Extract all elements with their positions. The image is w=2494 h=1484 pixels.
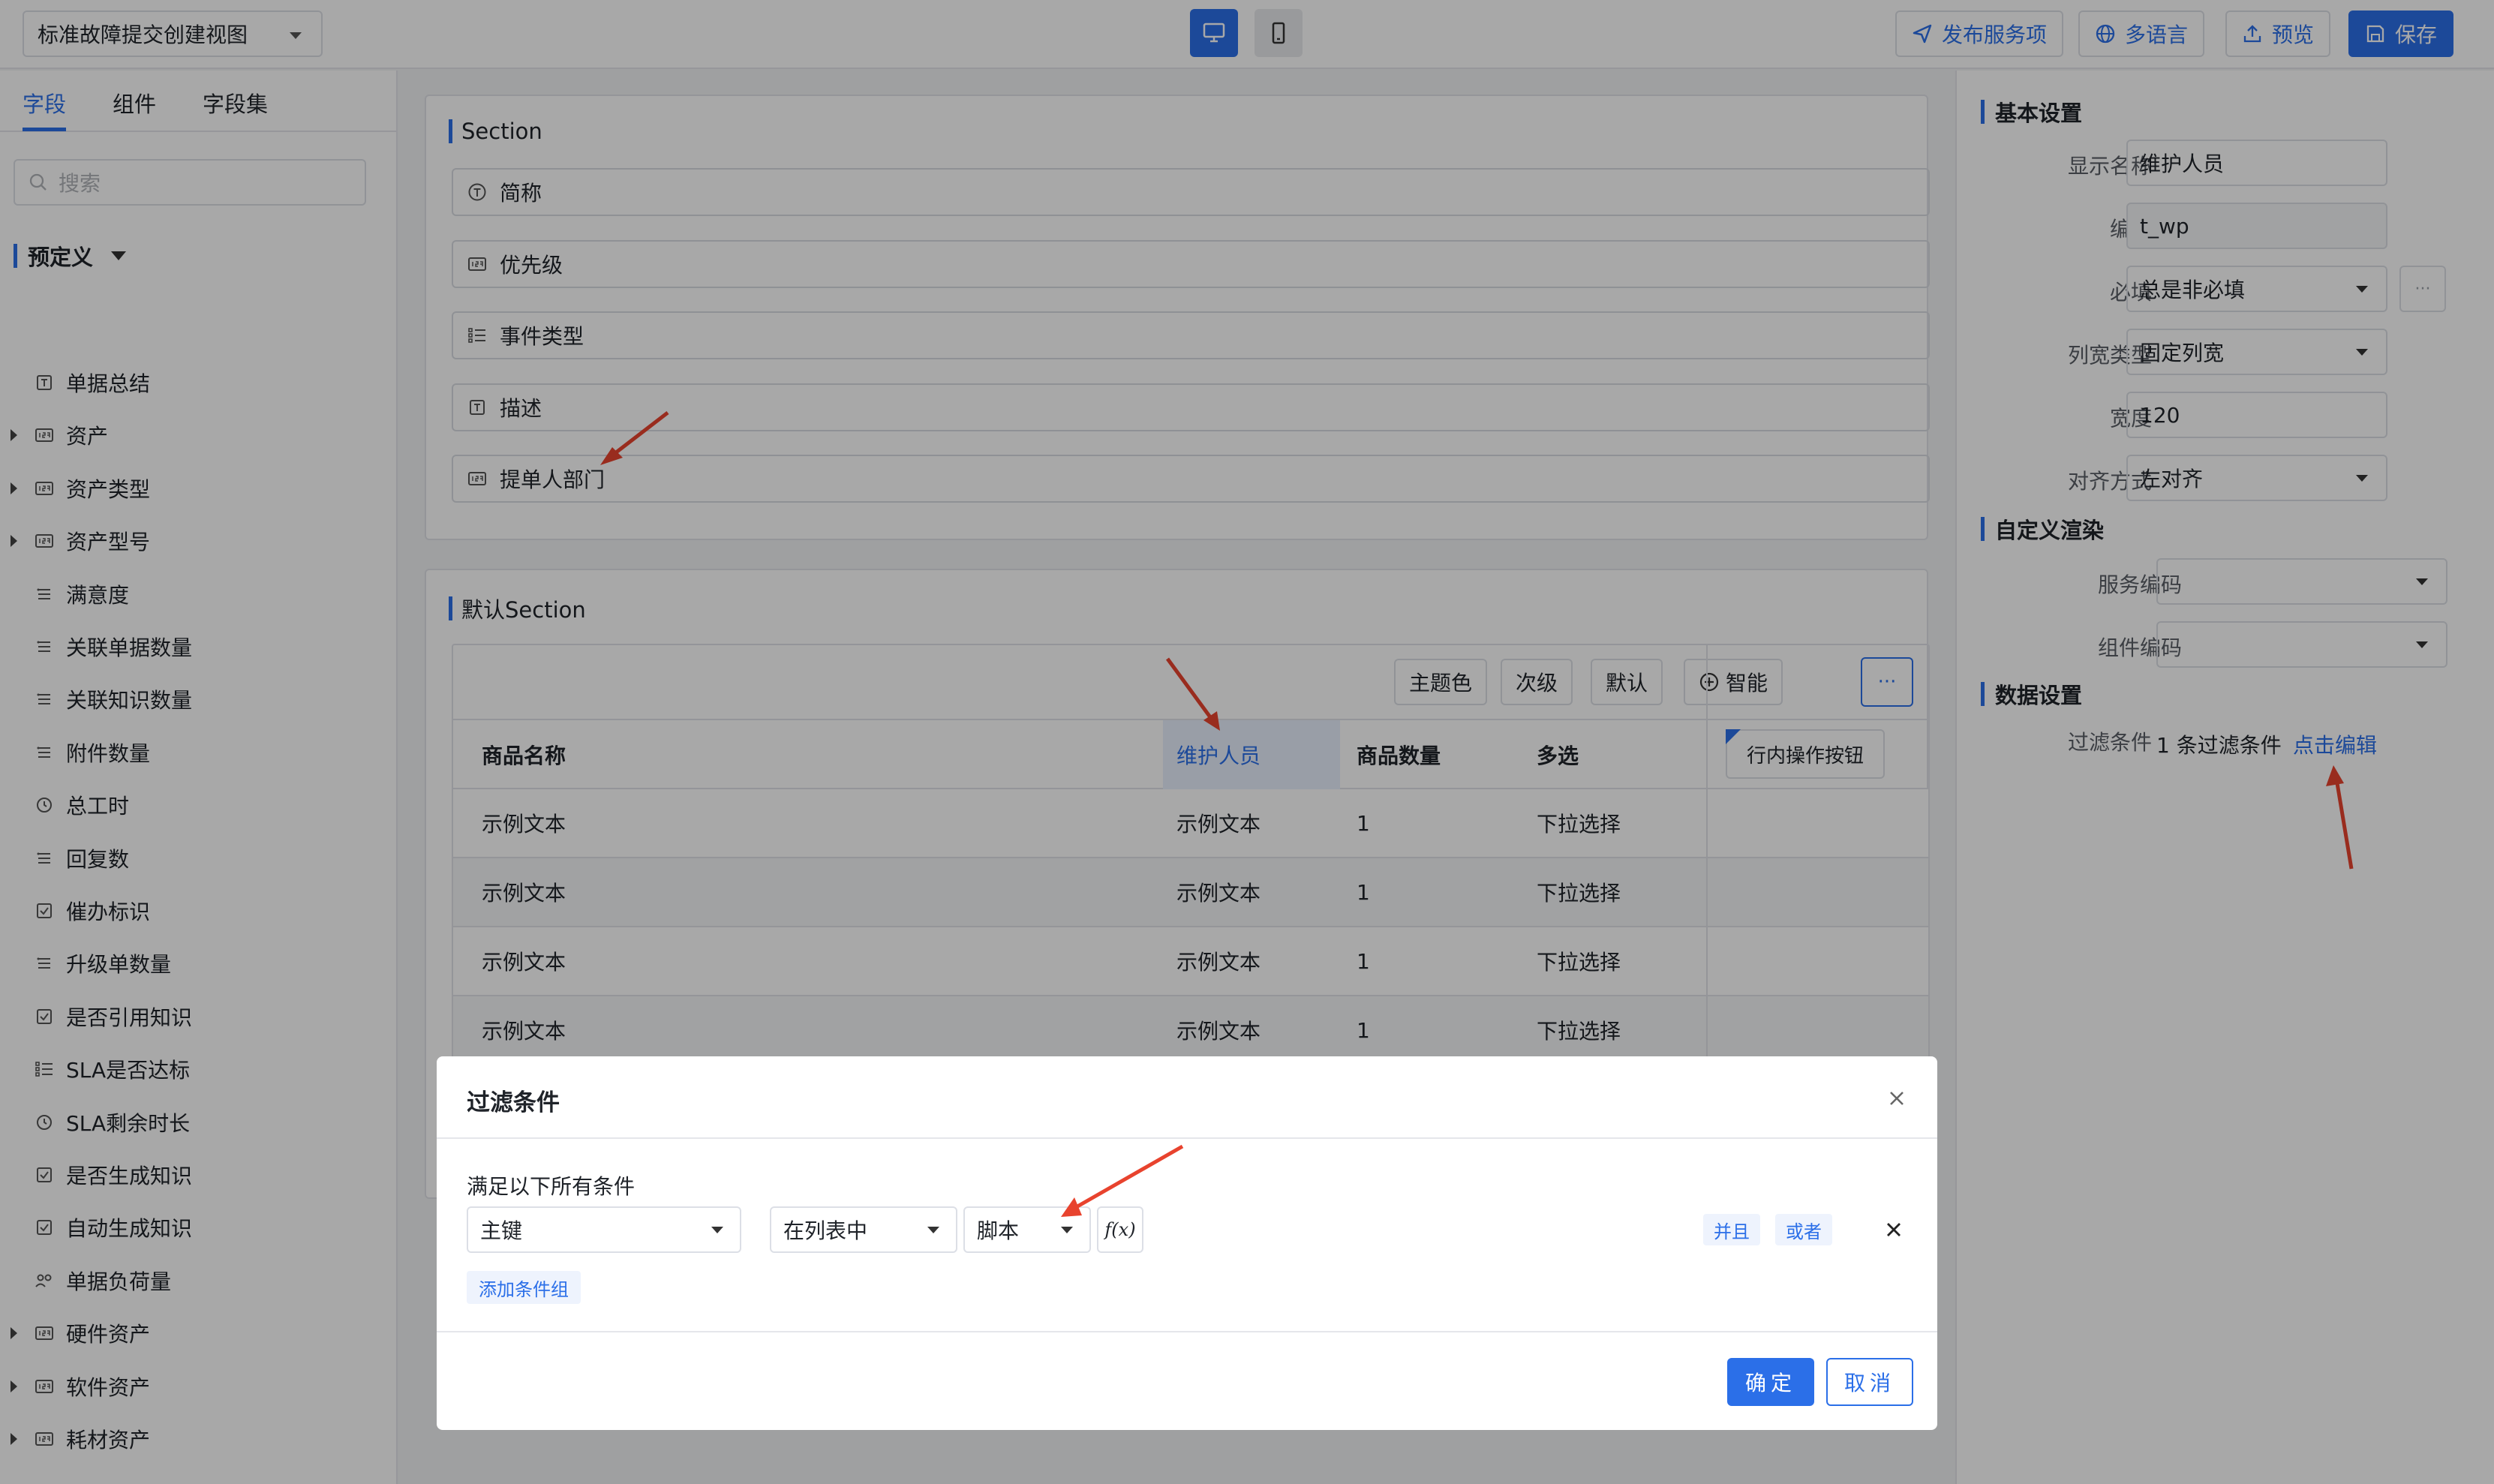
divider <box>437 1331 1937 1332</box>
filter-condition-dialog: 过滤条件 满足以下所有条件 主键 在列表中 脚本 f(x) 并且 或者 添加条件… <box>437 1056 1937 1430</box>
confirm-button[interactable]: 确定 <box>1727 1358 1814 1406</box>
condition-field-value: 主键 <box>480 1218 523 1243</box>
condition-value-type-value: 脚本 <box>977 1218 1020 1243</box>
cancel-label: 取消 <box>1843 1371 1895 1395</box>
dialog-title: 过滤条件 <box>467 1089 560 1116</box>
or-button[interactable]: 或者 <box>1775 1214 1832 1245</box>
and-button[interactable]: 并且 <box>1703 1214 1760 1245</box>
cancel-button[interactable]: 取消 <box>1826 1358 1913 1406</box>
match-all-hint: 满足以下所有条件 <box>467 1174 636 1199</box>
condition-operator-value: 在列表中 <box>783 1218 868 1243</box>
annotation-arrow <box>1061 1144 1184 1217</box>
confirm-label: 确定 <box>1744 1371 1796 1395</box>
condition-field-select[interactable]: 主键 <box>467 1206 741 1253</box>
condition-operator-select[interactable]: 在列表中 <box>770 1206 957 1253</box>
close-icon[interactable] <box>1886 1088 1907 1109</box>
add-condition-group-button[interactable]: 添加条件组 <box>467 1271 581 1304</box>
chevron-down-icon <box>711 1227 723 1233</box>
delete-condition-icon[interactable] <box>1885 1221 1903 1239</box>
chevron-down-icon <box>927 1227 939 1233</box>
